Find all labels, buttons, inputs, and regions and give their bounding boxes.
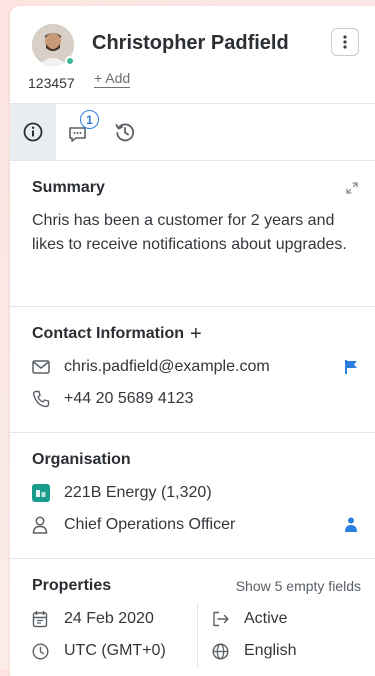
- properties-title: Properties: [32, 577, 112, 594]
- more-options-button[interactable]: [331, 28, 359, 56]
- flag-button[interactable]: [343, 359, 359, 380]
- summary-title: Summary: [32, 179, 105, 196]
- language-value: English: [244, 642, 297, 659]
- unread-count-badge: 1: [80, 110, 99, 129]
- history-icon: [115, 123, 135, 142]
- contact-name: Christopher Padfield: [92, 32, 289, 54]
- tab-conversations[interactable]: 1: [56, 104, 102, 160]
- tab-info[interactable]: [10, 104, 56, 160]
- phone-icon: [32, 390, 50, 408]
- contact-header: Christopher Padfield 123457 + Add: [10, 6, 375, 104]
- add-tag-link[interactable]: + Add: [94, 70, 131, 88]
- contact-panel: Christopher Padfield 123457 + Add 1 Summ…: [10, 6, 375, 676]
- role-value: Chief Operations Officer: [64, 516, 236, 533]
- timezone-property[interactable]: UTC (GMT+0): [32, 635, 197, 667]
- organisation-title: Organisation: [32, 451, 131, 468]
- org-chart-button[interactable]: [343, 517, 359, 538]
- clock-icon: [32, 642, 49, 660]
- date-value: 24 Feb 2020: [64, 610, 154, 627]
- company-value[interactable]: 221B Energy (1,320): [64, 484, 212, 502]
- expand-icon: [346, 182, 358, 194]
- company-logo-icon: [32, 484, 50, 502]
- org-chart-icon: [345, 517, 357, 532]
- organisation-section: Organisation 221B Energy (1,320) Chief O…: [10, 433, 375, 559]
- globe-icon: [212, 642, 229, 660]
- kebab-menu-icon: [343, 35, 347, 49]
- customer-id: 123457: [28, 75, 75, 91]
- contact-info-section: Contact Information + chris.padfield@exa…: [10, 307, 375, 433]
- status-value: Active: [244, 610, 288, 627]
- role-row: Chief Operations Officer: [32, 509, 357, 541]
- language-property[interactable]: English: [197, 635, 353, 667]
- status-property[interactable]: Active: [197, 603, 353, 635]
- summary-section: Summary Chris has been a customer for 2 …: [10, 161, 375, 307]
- person-icon: [32, 516, 48, 534]
- flag-icon: [345, 360, 357, 374]
- tab-bar: 1: [10, 104, 375, 161]
- show-empty-fields-link[interactable]: Show 5 empty fields: [236, 578, 361, 594]
- info-icon: [23, 122, 43, 142]
- tab-history[interactable]: [102, 104, 148, 160]
- add-contact-info-button[interactable]: +: [190, 324, 202, 344]
- online-status-dot: [65, 56, 75, 66]
- company-row[interactable]: 221B Energy (1,320): [32, 477, 353, 509]
- timezone-value: UTC (GMT+0): [64, 642, 166, 659]
- expand-button[interactable]: [345, 181, 359, 200]
- email-row[interactable]: chris.padfield@example.com: [32, 351, 357, 383]
- mail-icon: [32, 360, 50, 374]
- sign-in-icon: [213, 611, 229, 627]
- summary-text: Chris has been a customer for 2 years an…: [32, 212, 347, 253]
- contact-info-title: Contact Information: [32, 325, 184, 342]
- date-property[interactable]: 24 Feb 2020: [32, 603, 197, 635]
- phone-row[interactable]: +44 20 5689 4123: [32, 383, 353, 415]
- phone-value[interactable]: +44 20 5689 4123: [64, 390, 193, 408]
- email-value[interactable]: chris.padfield@example.com: [64, 358, 270, 376]
- properties-section: Properties Show 5 empty fields 24 Feb 20…: [10, 559, 375, 676]
- calendar-icon: [32, 611, 48, 628]
